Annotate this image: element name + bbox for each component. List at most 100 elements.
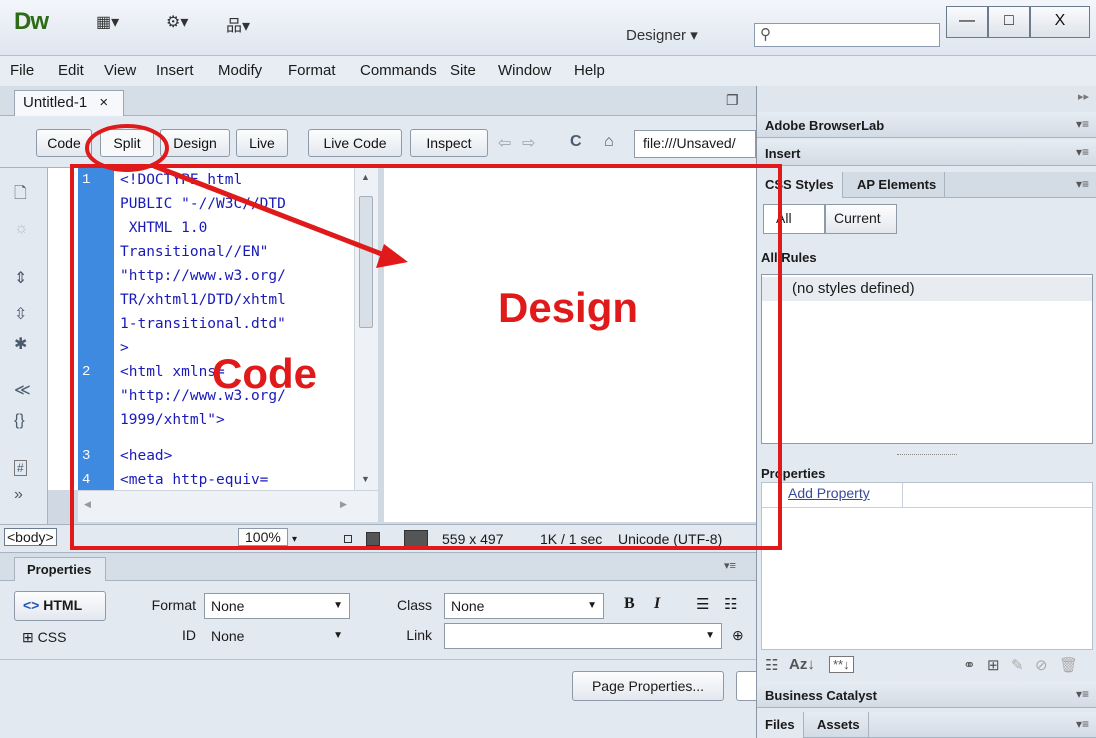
code-line[interactable]: <html xmlns= [120,364,225,380]
code-editor[interactable]: <!DOCTYPE html PUBLIC "-//W3C//DTD XHTML… [114,168,354,490]
scroll-right-icon[interactable]: ▶ [340,499,347,510]
menu-commands[interactable]: Commands [360,62,437,79]
business-catalyst-header[interactable]: Business Catalyst ▾≡ [757,682,1096,708]
code-line[interactable]: 1-transitional.dtd" [120,316,286,332]
panel-options-icon[interactable]: ▾≡ [1076,177,1089,191]
code-line[interactable]: "http://www.w3.org/ [120,268,286,284]
code-line[interactable]: <!DOCTYPE html [120,172,242,188]
scroll-up-icon[interactable]: ▲ [361,172,370,182]
forward-arrow-icon[interactable]: ⇨ [522,133,535,153]
workspace-switcher[interactable]: Designer ▾ [626,26,698,44]
split-view-button[interactable]: Split [100,129,154,157]
desktop-size-icon[interactable] [404,530,428,548]
close-tab-icon[interactable]: × [99,94,108,111]
format-select[interactable]: None ▼ [204,593,350,619]
alpha-sort-icon[interactable]: Az↓ [789,656,815,673]
category-view-icon[interactable]: ☷ [765,656,778,674]
minimize-button[interactable]: — [946,6,988,38]
current-mode-button[interactable]: Current [825,204,897,234]
code-view-button[interactable]: Code [36,129,92,157]
line-numbers-icon[interactable]: # [14,460,27,476]
scroll-left-icon[interactable]: ◀ [84,499,91,510]
edit-rule-icon[interactable]: ✎ [1011,656,1024,674]
italic-button[interactable]: I [654,595,660,613]
code-vertical-scrollbar[interactable]: ▲ ▼ [354,168,378,490]
rules-list[interactable]: (no styles defined) [761,274,1093,444]
help-search-input[interactable]: ⚲ [754,23,940,47]
more-tools-icon[interactable]: » [14,486,23,504]
back-arrow-icon[interactable]: ⇦ [498,133,511,153]
design-view-canvas[interactable] [384,168,756,522]
insert-panel-header[interactable]: Insert ▾≡ [757,140,1096,166]
code-line[interactable]: <head> [120,448,172,464]
tab-ap-elements[interactable]: AP Elements [849,172,946,198]
browserlab-panel-header[interactable]: Adobe BrowserLab ▾≡ [757,112,1096,138]
link-input[interactable]: ▼ [444,623,722,649]
attach-stylesheet-icon[interactable]: ⚭ [963,656,976,674]
menu-file[interactable]: File [10,62,34,79]
balance-braces-icon[interactable]: {} [14,412,25,430]
id-select[interactable]: None ▼ [204,623,350,649]
show-code-navigator-icon[interactable]: ☼ [14,220,29,238]
panel-options-icon[interactable]: ▾≡ [724,559,736,572]
panel-options-icon[interactable]: ▾≡ [1076,145,1089,159]
ordered-list-icon[interactable]: ☷ [724,595,737,613]
menu-help[interactable]: Help [574,62,605,79]
code-line[interactable]: <meta http-equiv= [120,472,268,488]
live-view-button[interactable]: Live [236,129,288,157]
layout-menu-icon[interactable]: ▦▾ [96,12,119,32]
maximize-button[interactable]: □ [988,6,1030,38]
tab-files[interactable]: Files [757,712,804,738]
address-field[interactable]: file:///Unsaved/ [634,130,756,158]
properties-tab[interactable]: Properties [14,557,106,581]
resize-grip[interactable] [897,454,957,458]
collapse-tag-icon[interactable]: ⇕ [14,268,27,288]
code-line[interactable]: > [120,340,129,356]
menu-format[interactable]: Format [288,62,336,79]
collapse-dock-icon[interactable]: ▸▸ [1078,90,1089,103]
html-mode-button[interactable]: <> HTML [14,591,106,621]
bold-button[interactable]: B [624,595,635,613]
code-line[interactable]: 1999/xhtml"> [120,412,225,428]
menu-insert[interactable]: Insert [156,62,194,79]
menu-site[interactable]: Site [450,62,476,79]
css-properties-grid[interactable]: Add Property [761,482,1093,650]
page-properties-button[interactable]: Page Properties... [572,671,724,701]
unordered-list-icon[interactable]: ☰ [696,595,709,613]
home-icon[interactable]: ⌂ [604,133,614,151]
tab-css-styles[interactable]: CSS Styles [757,172,843,198]
code-horizontal-scrollbar[interactable]: ◀ ▶ [78,490,378,522]
no-styles-item[interactable]: (no styles defined) [762,277,1092,301]
point-to-file-icon[interactable]: ⊕ [732,627,744,644]
open-documents-icon[interactable]: 🗋 [14,182,27,209]
trash-icon[interactable]: 🗑 [1059,656,1078,674]
menu-window[interactable]: Window [498,62,551,79]
code-line[interactable]: PUBLIC "-//W3C//DTD [120,196,286,212]
add-property-link[interactable]: Add Property [788,485,870,501]
window-size[interactable]: 559 x 497 [442,531,504,547]
tab-assets[interactable]: Assets [809,712,869,738]
scrollbar-thumb[interactable] [359,196,373,328]
refresh-icon[interactable]: C [570,133,582,151]
all-mode-button[interactable]: All [763,204,825,234]
tag-selector[interactable]: <body> [4,528,57,546]
code-line[interactable]: TR/xhtml1/DTD/xhtml [120,292,286,308]
select-parent-tag-icon[interactable]: ≪ [14,380,31,400]
menu-modify[interactable]: Modify [218,62,262,79]
set-properties-icon[interactable]: **↓ [829,656,854,673]
menu-edit[interactable]: Edit [58,62,84,79]
restore-document-icon[interactable]: ❐ [726,92,739,109]
design-view-button[interactable]: Design [160,129,230,157]
menu-view[interactable]: View [104,62,136,79]
zoom-select[interactable]: 100% [238,528,288,546]
class-select[interactable]: None ▼ [444,593,604,619]
extend-gear-icon[interactable]: ⚙▾ [166,12,188,32]
new-rule-icon[interactable]: ⊞ [987,656,1000,674]
panel-options-icon[interactable]: ▾≡ [1076,687,1089,701]
close-window-button[interactable]: X [1030,6,1090,38]
panel-options-icon[interactable]: ▾≡ [1076,717,1089,731]
tablet-size-icon[interactable] [366,532,380,546]
document-tab[interactable]: Untitled-1 × [14,90,124,116]
mobile-size-icon[interactable] [344,535,352,543]
list-item-button[interactable] [736,671,756,701]
